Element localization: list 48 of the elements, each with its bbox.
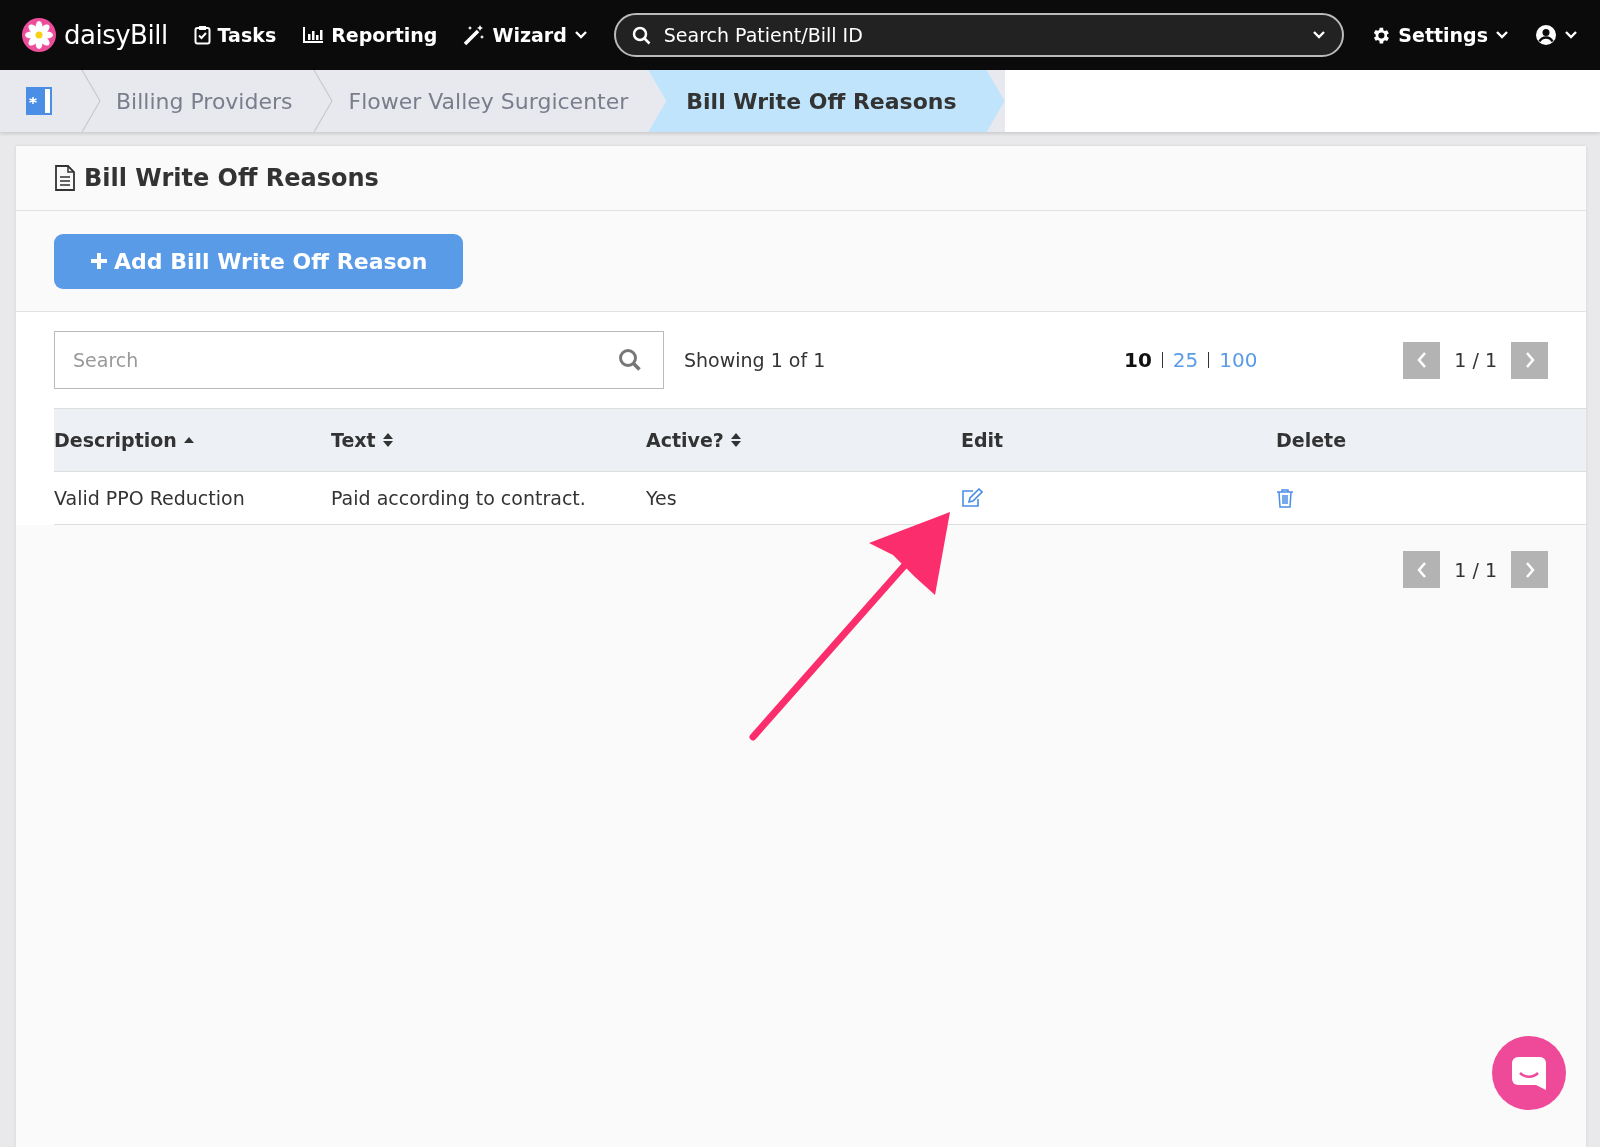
search-field[interactable]: Search [54, 331, 664, 389]
previous-page-button[interactable] [1403, 551, 1441, 588]
results-count: Showing 1 of 1 [684, 349, 827, 371]
column-header: Edit [961, 408, 1276, 472]
breadcrumb-separator [312, 70, 335, 132]
nav-link[interactable]: Wizard [463, 24, 588, 46]
column-header: Delete [1276, 408, 1586, 472]
search-field[interactable]: Search Patient/Bill ID [613, 13, 1345, 57]
table-cell: Paid according to contract. [331, 487, 586, 509]
nav-link[interactable]: Tasks [193, 24, 277, 46]
chevron-right-icon [1523, 351, 1536, 369]
card-file-icon[interactable] [25, 86, 55, 116]
page-indicator: 1 / 1 [1454, 558, 1497, 581]
table-cell: Yes [646, 487, 677, 509]
trash-icon[interactable] [1276, 488, 1294, 508]
plus-icon [90, 252, 108, 270]
settings-menu[interactable]: Settings [1370, 24, 1509, 46]
edit-icon[interactable] [961, 488, 983, 508]
nav-link[interactable]: Reporting [302, 24, 438, 46]
table-cell: Valid PPO Reduction [54, 487, 245, 509]
page-size-link[interactable]: 10 [1124, 348, 1152, 372]
previous-page-button[interactable] [1403, 341, 1441, 379]
chevron-right-icon [1523, 560, 1536, 579]
page-title: Bill Write Off Reasons [84, 164, 379, 192]
document-icon [54, 165, 76, 191]
bar-chart-icon [302, 26, 325, 44]
column-header[interactable]: Active? [646, 408, 961, 472]
breadcrumb-separator [80, 70, 102, 132]
chevron-down-icon [1564, 30, 1578, 40]
flower-logo-icon [22, 18, 56, 52]
page-indicator: 1 / 1 [1454, 349, 1497, 371]
column-header[interactable]: Description [54, 408, 331, 472]
search-icon [618, 348, 642, 372]
breadcrumb-link[interactable]: Bill Write Off Reasons [648, 70, 1005, 132]
chevron-left-icon [1415, 351, 1428, 369]
chat-icon [1510, 1055, 1548, 1091]
magic-wand-icon [463, 24, 486, 46]
clipboard-check-icon [193, 25, 211, 45]
next-page-button[interactable] [1511, 551, 1548, 588]
column-header[interactable]: Text [331, 408, 646, 472]
search-icon [631, 26, 651, 45]
user-circle-icon [1535, 24, 1557, 46]
logo-text: daisyBill [64, 20, 168, 50]
chevron-down-icon [1495, 30, 1509, 40]
chevron-left-icon [1415, 560, 1428, 579]
chevron-down-icon [1312, 30, 1327, 40]
account-menu[interactable] [1535, 24, 1578, 46]
next-page-button[interactable] [1511, 341, 1548, 379]
